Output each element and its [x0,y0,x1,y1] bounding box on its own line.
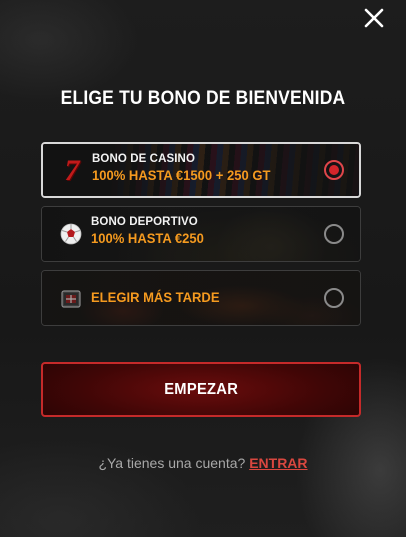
radio-button[interactable] [324,288,344,308]
bonus-option-later[interactable]: ELEGIR MÁS TARDE [41,270,361,326]
start-button[interactable]: EMPEZAR [41,362,361,417]
login-link[interactable]: ENTRAR [249,455,307,471]
modal-title: ELIGE TU BONO DE BIENVENIDA [60,88,346,109]
account-prompt: ¿Ya tienes una cuenta? ENTRAR [0,455,406,471]
option-label: BONO DE CASINO [92,153,195,165]
close-button[interactable] [362,6,386,30]
option-value: 100% HASTA €1500 + 250 GT [92,167,271,183]
start-button-label: EMPEZAR [164,380,238,398]
option-label: BONO DEPORTIVO [91,216,198,228]
football-icon [56,219,86,249]
radio-dot [329,165,339,175]
radio-button[interactable] [324,224,344,244]
close-icon [364,8,384,28]
option-value: 100% HASTA €250 [91,230,204,246]
lucky-seven-icon: 7 [64,154,80,187]
bonus-option-casino[interactable]: 7 BONO DE CASINO 100% HASTA €1500 + 250 … [41,142,361,198]
radio-button-selected[interactable] [324,160,344,180]
option-value: ELEGIR MÁS TARDE [91,289,220,305]
gift-box-icon [56,283,86,313]
account-question: ¿Ya tienes una cuenta? [98,455,246,471]
bonus-option-sports[interactable]: BONO DEPORTIVO 100% HASTA €250 [41,206,361,262]
